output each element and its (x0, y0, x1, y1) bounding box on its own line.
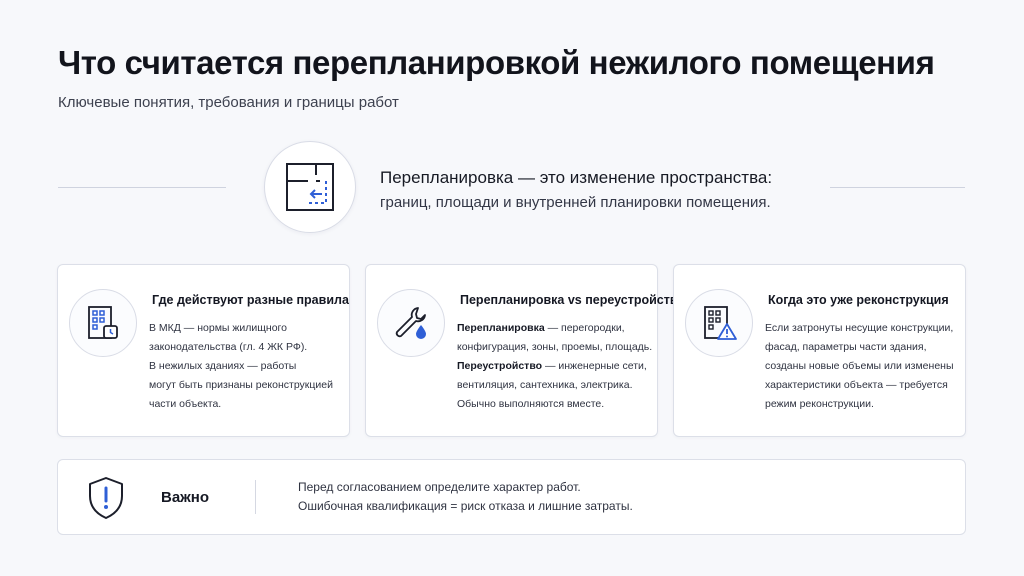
building-warning-icon (704, 306, 737, 340)
wrench-drop-icon (395, 307, 426, 339)
card-line: Перепланировка — перегородки, (457, 322, 625, 334)
card-line: конфигурация, зоны, проемы, площадь. (457, 341, 653, 353)
divider-right (830, 187, 965, 188)
card-line: могут быть признаны реконструкцией (149, 379, 333, 391)
note-label: Важно (161, 489, 210, 506)
shield-alert-icon (89, 477, 123, 519)
card-icon-circle (69, 289, 137, 357)
note-text: Перед согласованием определите характер … (298, 478, 633, 516)
definition-subtitle: границ, площади и внутренней планировки … (380, 194, 771, 211)
note-divider (255, 480, 256, 514)
card-body: В МКД — нормы жилищного законодательства… (149, 319, 345, 414)
card-line: вентиляция, сантехника, электрика. (457, 379, 633, 391)
card-line: созданы новые объемы или изменены (765, 360, 954, 372)
card-line: законодательства (гл. 4 ЖК РФ). (149, 341, 308, 353)
card-body: Если затронуты несущие конструкции, фаса… (765, 319, 961, 414)
card-line: характеристики объекта — требуется (765, 379, 948, 391)
card-title: Когда это уже реконструкция (768, 293, 949, 307)
card-title: Перепланировка vs переустройство (460, 293, 686, 307)
definition-title: Перепланировка — это изменение пространс… (380, 168, 773, 187)
card-body: Перепланировка — перегородки, конфигурац… (457, 319, 653, 414)
definition-icon-circle (264, 141, 356, 233)
card-different-rules: Где действуют разные правила В МКД — нор… (57, 264, 350, 437)
card-line: части объекта. (149, 398, 222, 410)
card-title: Где действуют разные правила (152, 293, 349, 307)
card-icon-circle (377, 289, 445, 357)
page-subtitle: Ключевые понятия, требования и границы р… (58, 94, 399, 111)
card-line: В нежилых зданиях — работы (149, 360, 297, 372)
card-line: Переустройство — инженерные сети, (457, 360, 647, 372)
card-line: Обычно выполняются вместе. (457, 398, 605, 410)
important-note: Важно Перед согласованием определите хар… (57, 459, 966, 535)
divider-left (58, 187, 226, 188)
card-reconstruction: Когда это уже реконструкция Если затрону… (673, 264, 966, 437)
card-replanning-vs-reconstruction: Перепланировка vs переустройство Перепла… (365, 264, 685, 437)
note-line: Перед согласованием определите характер … (298, 480, 581, 494)
note-line: Ошибочная квалификация = риск отказа и л… (298, 499, 633, 513)
card-line: В МКД — нормы жилищного (149, 322, 287, 334)
card-line: режим реконструкции. (765, 398, 874, 410)
card-icon-circle (685, 289, 753, 357)
card-line: фасад, параметры части здания, (765, 341, 927, 353)
card-line: Если затронуты несущие конструкции, (765, 322, 954, 334)
page-title: Что считается перепланировкой нежилого п… (58, 44, 935, 81)
building-clock-icon (88, 306, 118, 339)
floor-plan-icon (286, 163, 334, 211)
